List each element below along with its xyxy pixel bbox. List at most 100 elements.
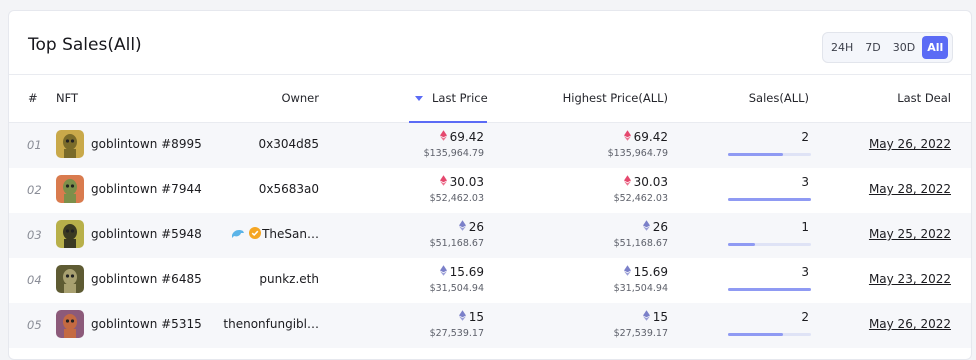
highest-price-usd: $31,504.94 [613, 283, 668, 294]
highest-price-usd: $52,462.03 [613, 193, 668, 204]
last-price-value: 69.42 [449, 130, 484, 144]
sales-progress-bar [728, 198, 811, 201]
sales-progress-fill [728, 153, 783, 156]
highest-price-cell: 15.69 $31,504.94 [614, 265, 668, 294]
last-deal-link[interactable]: May 26, 2022 [869, 317, 951, 331]
highest-price-value: 30.03 [633, 175, 668, 189]
nft-name-link[interactable]: goblintown #6485 [91, 272, 202, 286]
range-30d-button[interactable]: 30D [888, 36, 920, 59]
row-rank: 05 [27, 318, 42, 332]
highest-price-value: 15.69 [633, 265, 668, 279]
highest-price-cell: 69.42 $135,964.79 [608, 130, 668, 159]
col-last-deal-header[interactable]: Last Deal [897, 91, 951, 105]
highest-price-usd: $51,168.67 [613, 238, 668, 249]
dolphin-icon [232, 229, 244, 238]
last-price-value: 30.03 [449, 175, 484, 189]
highest-price-cell: 30.03 $52,462.03 [614, 175, 668, 204]
row-rank: 01 [27, 138, 42, 152]
highest-price-value: 26 [652, 220, 668, 234]
nft-thumbnail[interactable] [56, 310, 84, 338]
owner-link[interactable]: TheSan… [262, 227, 319, 241]
last-price-cell: 15 $27,539.17 [430, 310, 484, 339]
eth-purple-icon [623, 265, 631, 279]
range-7d-button[interactable]: 7D [860, 36, 885, 59]
col-last-price-header[interactable]: Last Price [409, 75, 488, 123]
last-price-cell: 30.03 $52,462.03 [430, 175, 484, 204]
last-price-cell: 69.42 $135,964.79 [424, 130, 484, 159]
highest-price-usd: $27,539.17 [613, 328, 668, 339]
range-all-button[interactable]: All [922, 36, 949, 59]
table-body: 01 goblintown #8995 0x304d85 69.42 $135,… [9, 123, 971, 348]
last-price-value: 26 [468, 220, 484, 234]
time-range-selector: 24H 7D 30D All [822, 32, 953, 63]
table-row[interactable]: 03 goblintown #5948 TheSan… 26 $51,168.6… [9, 213, 971, 258]
sales-count: 3 [801, 175, 809, 189]
sales-progress-bar [728, 243, 811, 246]
verified-badge-icon [249, 227, 261, 239]
last-price-usd: $135,964.79 [423, 148, 484, 159]
owner-link[interactable]: 0x304d85 [258, 137, 319, 151]
highest-price-cell: 15 $27,539.17 [614, 310, 668, 339]
sales-count: 1 [801, 220, 809, 234]
last-deal-link[interactable]: May 28, 2022 [869, 182, 951, 196]
nft-name-link[interactable]: goblintown #5948 [91, 227, 202, 241]
nft-name-link[interactable]: goblintown #7944 [91, 182, 202, 196]
sales-count: 2 [801, 130, 809, 144]
eth-red-icon [439, 175, 447, 189]
table-row[interactable]: 02 goblintown #7944 0x5683a0 30.03 $52,4… [9, 168, 971, 213]
eth-red-icon [439, 130, 447, 144]
col-owner-header[interactable]: Owner [281, 91, 319, 105]
eth-purple-icon [642, 310, 650, 324]
last-price-usd: $51,168.67 [429, 238, 484, 249]
owner-badges [231, 227, 261, 239]
last-price-value: 15.69 [449, 265, 484, 279]
row-rank: 04 [27, 273, 42, 287]
sales-count: 2 [801, 310, 809, 324]
table-header: # NFT Owner Last Price Highest Price(ALL… [9, 75, 971, 123]
col-last-price-label: Last Price [432, 91, 488, 105]
sales-progress-bar [728, 153, 811, 156]
sales-progress-fill [728, 198, 811, 201]
eth-purple-icon [458, 220, 466, 234]
sales-progress-fill [728, 243, 756, 246]
nft-thumbnail[interactable] [56, 175, 84, 203]
range-24h-button[interactable]: 24H [826, 36, 858, 59]
highest-price-usd: $135,964.79 [607, 148, 668, 159]
col-highest-price-header[interactable]: Highest Price(ALL) [563, 91, 668, 105]
owner-link[interactable]: punkz.eth [259, 272, 319, 286]
nft-thumbnail[interactable] [56, 220, 84, 248]
highest-price-value: 69.42 [633, 130, 668, 144]
table-row[interactable]: 04 goblintown #6485 punkz.eth 15.69 $31,… [9, 258, 971, 303]
last-deal-link[interactable]: May 23, 2022 [869, 272, 951, 286]
last-price-usd: $31,504.94 [429, 283, 484, 294]
top-sales-card: Top Sales(All) 24H 7D 30D All # NFT Owne… [8, 10, 972, 360]
last-price-value: 15 [468, 310, 484, 324]
sales-progress-bar [728, 288, 811, 291]
owner-link[interactable]: thenonfungibl… [223, 317, 319, 331]
sales-progress-bar [728, 333, 811, 336]
sales-count: 3 [801, 265, 809, 279]
nft-name-link[interactable]: goblintown #8995 [91, 137, 202, 151]
last-price-usd: $52,462.03 [429, 193, 484, 204]
last-price-cell: 26 $51,168.67 [430, 220, 484, 249]
highest-price-cell: 26 $51,168.67 [614, 220, 668, 249]
owner-link[interactable]: 0x5683a0 [259, 182, 319, 196]
nft-thumbnail[interactable] [56, 130, 84, 158]
col-nft-header[interactable]: NFT [56, 91, 78, 105]
sales-progress-fill [728, 288, 811, 291]
card-header: Top Sales(All) 24H 7D 30D All [9, 11, 971, 75]
last-deal-link[interactable]: May 26, 2022 [869, 137, 951, 151]
col-sales-header[interactable]: Sales(ALL) [749, 91, 809, 105]
sales-progress-fill [728, 333, 783, 336]
last-deal-link[interactable]: May 25, 2022 [869, 227, 951, 241]
page-title: Top Sales(All) [28, 35, 142, 55]
eth-purple-icon [642, 220, 650, 234]
table-row[interactable]: 01 goblintown #8995 0x304d85 69.42 $135,… [9, 123, 971, 168]
table-row[interactable]: 05 goblintown #5315 thenonfungibl… 15 $2… [9, 303, 971, 348]
highest-price-value: 15 [652, 310, 668, 324]
nft-thumbnail[interactable] [56, 265, 84, 293]
eth-purple-icon [458, 310, 466, 324]
nft-name-link[interactable]: goblintown #5315 [91, 317, 202, 331]
last-price-cell: 15.69 $31,504.94 [430, 265, 484, 294]
col-rank-header: # [28, 91, 38, 105]
